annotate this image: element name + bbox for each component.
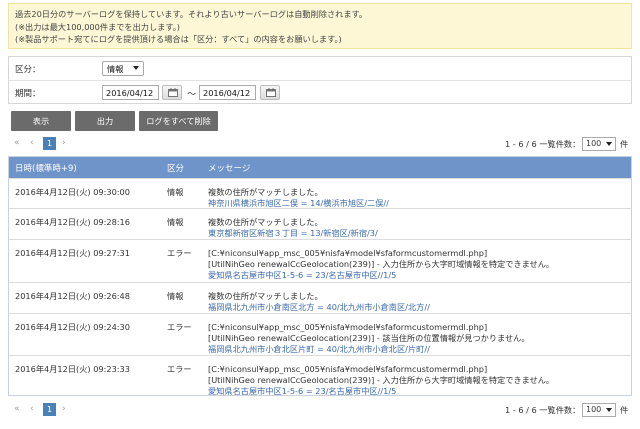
message-text: 複数の住所がマッチしました。 — [208, 217, 323, 227]
prev-page-icon[interactable]: ‹ — [30, 404, 34, 414]
first-page-icon[interactable]: « — [14, 138, 20, 148]
date-to-input[interactable]: 2016/04/12 — [199, 85, 256, 100]
row-category: エラー — [167, 248, 192, 258]
first-page-icon[interactable]: « — [14, 404, 20, 414]
log-table: 日時(標準時+9) 区分 メッセージ 2016年4月12日(火) 09:30:0… — [8, 156, 632, 396]
row-category: 情報 — [167, 291, 184, 301]
message-address: 愛知県名古屋市中区1-5-6 = 23/名古屋市中区//1/5 — [208, 386, 397, 396]
calendar-icon — [168, 88, 178, 97]
calendar-to-button[interactable] — [260, 85, 280, 100]
message-text: [C:¥niconsul¥app_msc_005¥nisfa¥model¥sfa… — [208, 364, 488, 374]
header-datetime: 日時(標準時+9) — [15, 164, 77, 174]
category-label: 区分： — [15, 65, 41, 75]
chevron-down-icon — [133, 66, 139, 70]
message-text: [UtilNihGeo renewalCcGeolocation(239)] -… — [208, 259, 555, 269]
message-address: 福岡県北九州市小倉北区片町 = 40/北九州市小倉北区/片町// — [208, 344, 430, 354]
prev-page-icon[interactable]: ‹ — [30, 138, 34, 148]
row-datetime: 2016年4月12日(火) 09:28:16 — [15, 217, 130, 227]
message-text: [C:¥niconsul¥app_msc_005¥nisfa¥model¥sfa… — [208, 248, 488, 258]
category-select[interactable]: 情報 — [102, 61, 144, 76]
message-text: [UtilNihGeo renewalCcGeolocation(239)] -… — [208, 333, 530, 343]
export-button[interactable]: 出力 — [75, 111, 135, 131]
page-number-current[interactable]: 1 — [43, 137, 56, 150]
table-header: 日時(標準時+9) 区分 メッセージ — [9, 157, 631, 178]
row-message: 複数の住所がマッチしました。 神奈川県横浜市旭区二俣 = 14/横浜市旭区/二俣… — [208, 187, 623, 209]
filter-panel: 区分： 情報 期間： 2016/04/12 ～ 2016/04/12 — [8, 56, 632, 104]
page-number-current[interactable]: 1 — [43, 403, 56, 416]
range-separator: ～ — [187, 90, 197, 100]
per-page-unit: 件 — [620, 405, 629, 415]
per-page-unit: 件 — [620, 139, 629, 149]
row-category: 情報 — [167, 187, 184, 197]
message-text: [UtilNihGeo renewalCcGeolocation(239)] -… — [208, 375, 555, 385]
row-message: [C:¥niconsul¥app_msc_005¥nisfa¥model¥sfa… — [208, 364, 623, 397]
calendar-icon — [266, 88, 276, 97]
notice-line-2: (※出力は最大100,000件までを出力します。) — [15, 21, 180, 32]
header-category: 区分 — [167, 164, 185, 174]
chevron-down-icon — [606, 408, 612, 412]
pager-bottom: « ‹ 1 › — [14, 403, 84, 417]
row-message: 複数の住所がマッチしました。 福岡県北九州市小倉南区北方 = 40/北九州市小倉… — [208, 291, 623, 313]
table-row: 2016年4月12日(火) 09:30:00 情報 複数の住所がマッチしました。… — [9, 178, 631, 208]
row-category: エラー — [167, 364, 192, 374]
result-range-text: 1 - 6 / 6 一覧件数： — [505, 405, 581, 415]
row-message: 複数の住所がマッチしました。 東京都新宿区新宿３丁目 = 13/新宿区/新宿/3… — [208, 217, 623, 239]
table-row: 2016年4月12日(火) 09:26:48 情報 複数の住所がマッチしました。… — [9, 282, 631, 313]
per-page-value: 100 — [586, 405, 602, 414]
per-page-select[interactable]: 100 — [582, 137, 616, 151]
table-row: 2016年4月12日(火) 09:27:31 エラー [C:¥niconsul¥… — [9, 239, 631, 282]
row-datetime: 2016年4月12日(火) 09:27:31 — [15, 248, 130, 258]
result-range-text: 1 - 6 / 6 一覧件数： — [505, 139, 581, 149]
table-row: 2016年4月12日(火) 09:23:33 エラー [C:¥niconsul¥… — [9, 355, 631, 396]
period-label: 期間： — [15, 89, 41, 99]
calendar-from-button[interactable] — [162, 85, 182, 100]
per-page-value: 100 — [586, 139, 602, 148]
chevron-down-icon — [606, 142, 612, 146]
row-datetime: 2016年4月12日(火) 09:30:00 — [15, 187, 130, 197]
next-page-icon[interactable]: › — [62, 138, 66, 148]
message-address: 東京都新宿区新宿３丁目 = 13/新宿区/新宿/3/ — [208, 228, 378, 238]
period-row: 期間： 2016/04/12 ～ 2016/04/12 — [9, 81, 631, 105]
table-row: 2016年4月12日(火) 09:24:30 エラー [C:¥niconsul¥… — [9, 313, 631, 355]
message-address: 愛知県名古屋市中区1-5-6 = 23/名古屋市中区//1/5 — [208, 270, 397, 280]
row-message: [C:¥niconsul¥app_msc_005¥nisfa¥model¥sfa… — [208, 248, 623, 281]
info-notice: 過去20日分のサーバーログを保持しています。それより古いサーバーログは自動削除さ… — [8, 3, 632, 49]
date-from-input[interactable]: 2016/04/12 — [102, 85, 159, 100]
message-text: 複数の住所がマッチしました。 — [208, 187, 323, 197]
delete-all-logs-button[interactable]: ログをすべて削除 — [139, 111, 218, 131]
category-row: 区分： 情報 — [9, 57, 631, 81]
next-page-icon[interactable]: › — [62, 404, 66, 414]
notice-line-3: (※製品サポート宛てにログを提供頂ける場合は「区分：すべて」の内容をお願いします… — [15, 34, 342, 44]
row-datetime: 2016年4月12日(火) 09:23:33 — [15, 364, 130, 374]
pager-top: « ‹ 1 › — [14, 137, 84, 151]
table-row: 2016年4月12日(火) 09:28:16 情報 複数の住所がマッチしました。… — [9, 208, 631, 239]
message-text: 複数の住所がマッチしました。 — [208, 291, 323, 301]
row-message: [C:¥niconsul¥app_msc_005¥nisfa¥model¥sfa… — [208, 322, 623, 355]
message-address: 福岡県北九州市小倉南区北方 = 40/北九州市小倉南区/北方// — [208, 302, 430, 312]
message-text: [C:¥niconsul¥app_msc_005¥nisfa¥model¥sfa… — [208, 322, 488, 332]
row-category: エラー — [167, 322, 192, 332]
per-page-select[interactable]: 100 — [582, 403, 616, 417]
row-datetime: 2016年4月12日(火) 09:26:48 — [15, 291, 130, 301]
row-category: 情報 — [167, 217, 184, 227]
header-message: メッセージ — [208, 164, 251, 174]
row-datetime: 2016年4月12日(火) 09:24:30 — [15, 322, 130, 332]
category-selected-value: 情報 — [107, 64, 124, 74]
notice-line-1: 過去20日分のサーバーログを保持しています。それより古いサーバーログは自動削除さ… — [15, 9, 368, 19]
show-button[interactable]: 表示 — [11, 111, 71, 131]
